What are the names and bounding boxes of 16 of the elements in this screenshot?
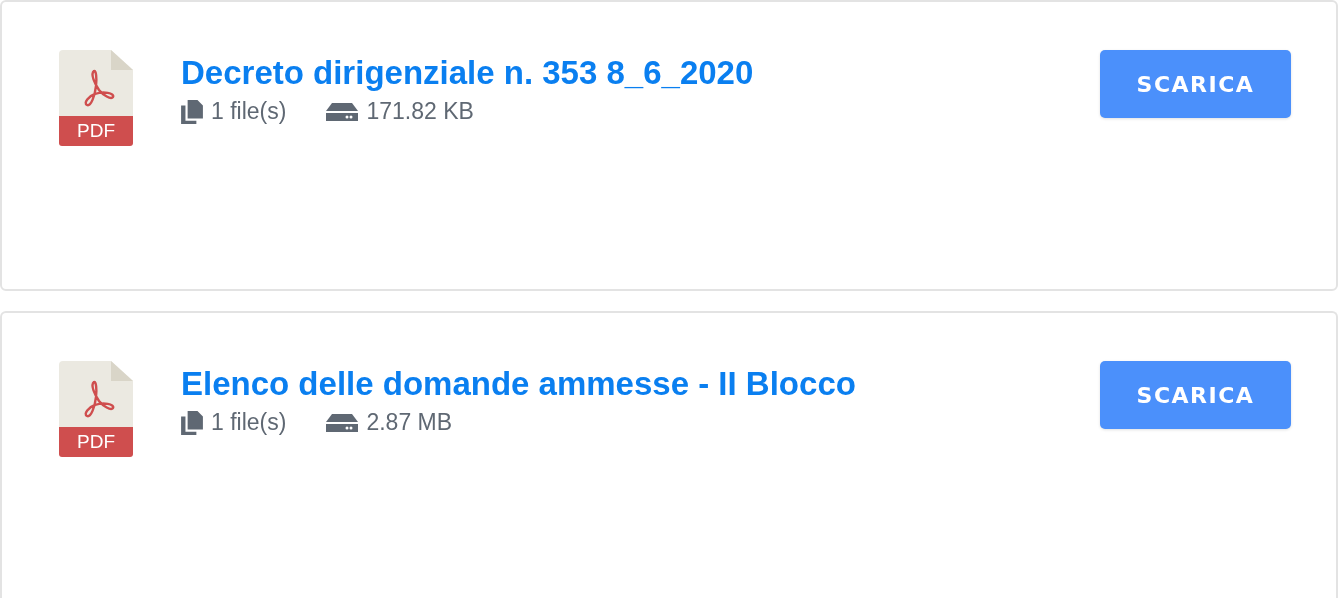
pdf-symbol-icon [59,361,133,427]
file-size: 2.87 MB [366,409,453,436]
pdf-symbol-icon [59,50,133,116]
file-type-label: PDF [59,116,133,146]
file-size: 171.82 KB [366,98,474,125]
hard-drive-icon [326,413,359,432]
document-title-link[interactable]: Decreto dirigenziale n. 353 8_6_2020 [181,54,754,92]
copy-icon [181,410,203,435]
file-type-label: PDF [59,427,133,457]
file-count: 1 file(s) [211,409,287,436]
hard-drive-icon [326,102,359,121]
document-title-link[interactable]: Elenco delle domande ammesse - II Blocco [181,365,856,403]
download-button[interactable]: SCARICA [1100,50,1291,118]
file-count: 1 file(s) [211,98,287,125]
copy-icon [181,99,203,124]
download-button[interactable]: SCARICA [1100,361,1291,429]
